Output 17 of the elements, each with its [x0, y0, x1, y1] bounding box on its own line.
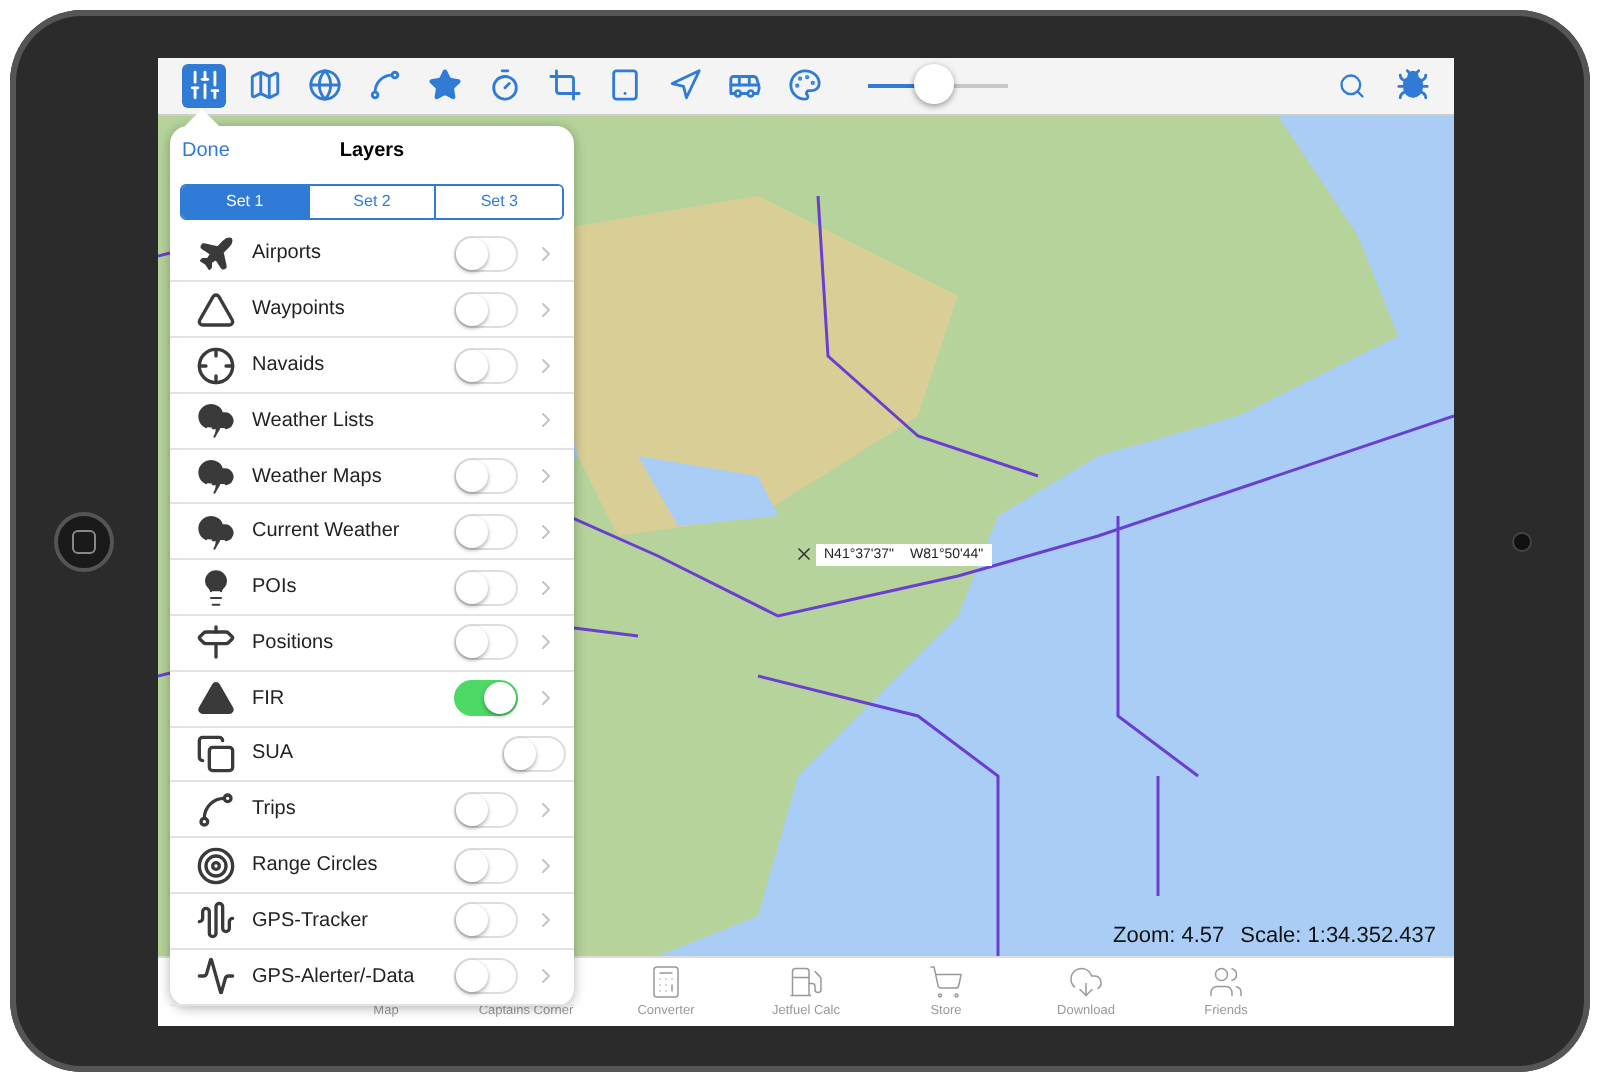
- layer-label: Airports: [252, 242, 323, 265]
- panel-title: Layers: [339, 139, 405, 162]
- layer-label: Weather Maps: [252, 465, 384, 488]
- layer-label: FIR: [252, 687, 287, 710]
- layer-label: Weather Lists: [252, 409, 376, 432]
- layer-label: Positions: [252, 631, 336, 654]
- scale-text: Scale: 1:34.352.437: [1240, 923, 1436, 948]
- zoom-text: Zoom: 4.57: [1113, 923, 1225, 948]
- layer-label: SUA: [252, 742, 296, 765]
- layer-label: Navaids: [252, 354, 327, 377]
- layer-label: Waypoints: [252, 298, 347, 321]
- layer-label: GPS-Alerter/-Data: [252, 965, 417, 988]
- layer-label: POIs: [252, 576, 299, 599]
- layer-label: Current Weather: [252, 520, 402, 543]
- layer-label: GPS-Tracker: [252, 909, 370, 932]
- layer-label: Range Circles: [252, 854, 380, 877]
- layer-label: Trips: [252, 798, 298, 821]
